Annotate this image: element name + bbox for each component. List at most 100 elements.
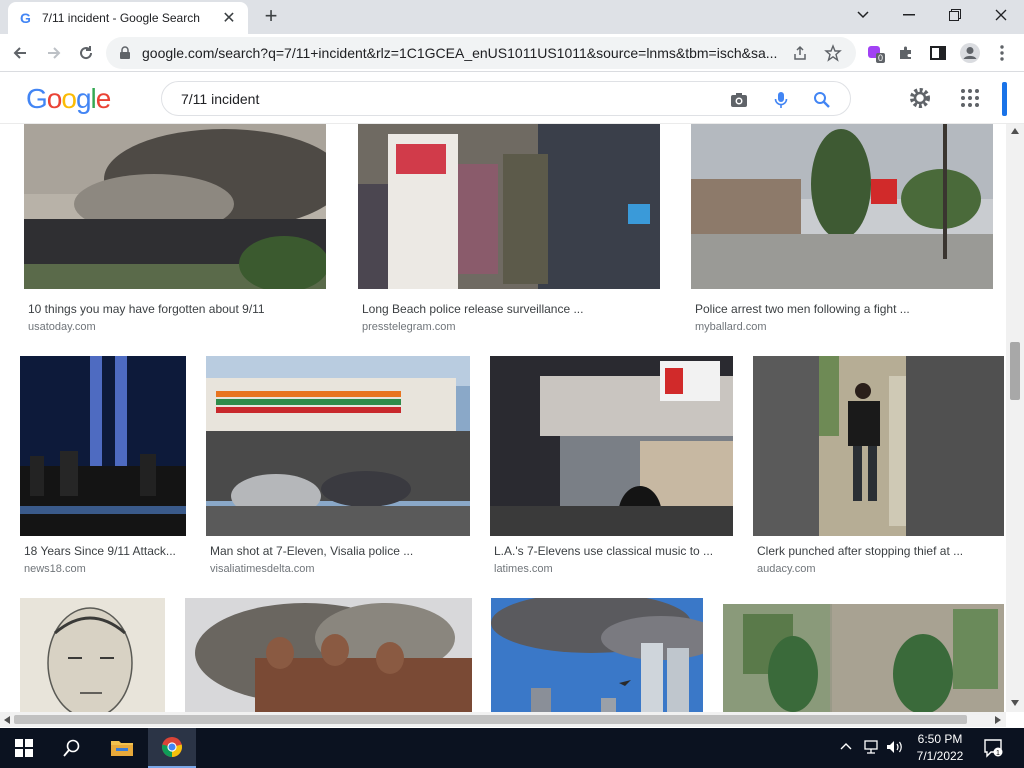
restore-button[interactable] — [932, 0, 978, 30]
horizontal-scrollbar[interactable] — [0, 712, 1006, 727]
back-button[interactable] — [6, 39, 34, 67]
image-result[interactable]: Long Beach police release surveillance .… — [358, 124, 664, 339]
start-button[interactable] — [0, 728, 48, 768]
result-caption[interactable]: 18 Years Since 9/11 Attack... — [24, 544, 176, 558]
logo-letter: g — [75, 83, 92, 114]
close-tab-icon[interactable]: ✕ — [220, 8, 238, 28]
result-source[interactable]: visaliatimesdelta.com — [210, 563, 315, 575]
image-result[interactable] — [185, 598, 472, 712]
clock-date: 7/1/2022 — [916, 749, 964, 763]
scroll-down-arrow-icon[interactable] — [1011, 700, 1019, 706]
search-icon[interactable] — [812, 90, 832, 110]
result-thumbnail[interactable] — [206, 356, 470, 536]
address-bar[interactable]: google.com/search?q=7/11+incident&rlz=1C… — [106, 37, 856, 69]
image-result[interactable]: 10 things you may have forgotten about 9… — [24, 124, 330, 339]
result-thumbnail[interactable] — [691, 124, 993, 289]
result-thumbnail[interactable] — [753, 356, 1004, 536]
network-icon[interactable] — [863, 740, 879, 754]
image-result[interactable]: Police arrest two men following a fight … — [691, 124, 997, 339]
browser-menu-button[interactable] — [988, 39, 1016, 67]
result-source[interactable]: myballard.com — [695, 321, 767, 333]
image-result[interactable] — [491, 598, 703, 712]
result-thumbnail[interactable] — [358, 124, 660, 289]
svg-text:1: 1 — [996, 750, 1000, 757]
browser-toolbar: google.com/search?q=7/11+incident&rlz=1C… — [0, 34, 1024, 72]
result-source[interactable]: news18.com — [24, 563, 86, 575]
profile-button[interactable] — [956, 39, 984, 67]
side-panel-icon — [930, 46, 946, 60]
vertical-scroll-thumb[interactable] — [1010, 342, 1020, 400]
result-caption[interactable]: Clerk punched after stopping thief at ..… — [757, 544, 963, 558]
result-source[interactable]: latimes.com — [494, 563, 553, 575]
result-thumbnail[interactable] — [20, 598, 165, 712]
svg-text:G: G — [20, 10, 31, 26]
result-source[interactable]: usatoday.com — [28, 321, 96, 333]
logo-letter: e — [95, 83, 112, 114]
sign-in-button-edge[interactable] — [1002, 82, 1007, 116]
scroll-up-arrow-icon[interactable] — [1011, 128, 1019, 134]
logo-letter: o — [61, 83, 77, 114]
image-result[interactable]: L.A.'s 7-Elevens use classical music to … — [490, 356, 737, 576]
taskbar-search-button[interactable] — [48, 728, 96, 768]
microphone-icon[interactable] — [771, 90, 791, 110]
extension-badge-count: 0 — [876, 53, 886, 63]
url-text: google.com/search?q=7/11+incident&rlz=1C… — [142, 45, 778, 61]
result-caption[interactable]: L.A.'s 7-Elevens use classical music to … — [494, 544, 713, 558]
clock-time: 6:50 PM — [917, 732, 963, 746]
image-results-grid: 10 things you may have forgotten about 9… — [0, 124, 1006, 712]
scroll-left-arrow-icon[interactable] — [4, 716, 10, 724]
image-result[interactable]: Man shot at 7-Eleven, Visalia police ...… — [206, 356, 474, 576]
notification-center-icon[interactable]: 1 — [983, 738, 1003, 758]
camera-icon[interactable] — [729, 90, 749, 110]
result-caption[interactable]: Long Beach police release surveillance .… — [362, 302, 583, 316]
result-source[interactable]: audacy.com — [757, 563, 816, 575]
google-logo[interactable]: Google — [26, 83, 112, 115]
side-panel-button[interactable] — [924, 39, 952, 67]
horizontal-scroll-thumb[interactable] — [14, 715, 967, 724]
taskbar-clock[interactable]: 6:50 PM 7/1/2022 — [912, 731, 968, 765]
bookmark-star-icon[interactable] — [824, 44, 842, 62]
google-favicon-icon: G — [20, 10, 31, 26]
close-window-button[interactable] — [978, 0, 1024, 30]
share-icon[interactable] — [792, 45, 808, 61]
result-thumbnail[interactable] — [24, 124, 326, 289]
result-thumbnail[interactable] — [20, 356, 186, 536]
scroll-right-arrow-icon[interactable] — [995, 716, 1001, 724]
extensions-button[interactable] — [892, 39, 920, 67]
result-thumbnail[interactable] — [185, 598, 472, 712]
forward-button[interactable] — [40, 39, 68, 67]
image-result[interactable]: 18 Years Since 9/11 Attack... news18.com — [20, 356, 190, 576]
show-hidden-icons-chevron-icon[interactable] — [840, 742, 852, 750]
result-thumbnail[interactable] — [723, 604, 1004, 712]
result-source[interactable]: presstelegram.com — [362, 321, 456, 333]
result-thumbnail[interactable] — [491, 598, 703, 712]
browser-tab[interactable]: G 7/11 incident - Google Search ✕ — [8, 2, 248, 34]
result-thumbnail[interactable] — [490, 356, 733, 536]
image-result[interactable] — [20, 598, 165, 712]
file-explorer-button[interactable] — [98, 728, 146, 768]
apps-grid-icon[interactable] — [960, 88, 980, 108]
search-query[interactable]: 7/11 incident — [181, 91, 850, 107]
result-caption[interactable]: 10 things you may have forgotten about 9… — [28, 302, 265, 316]
google-header: Google 7/11 incident — [0, 72, 1024, 124]
folder-icon — [111, 741, 133, 756]
lock-icon — [120, 46, 130, 59]
minimize-button[interactable] — [886, 0, 932, 30]
chrome-icon — [161, 737, 183, 757]
settings-gear-icon[interactable] — [908, 86, 932, 110]
search-box[interactable]: 7/11 incident — [161, 81, 851, 116]
image-result[interactable] — [723, 604, 1006, 712]
reload-button[interactable] — [72, 39, 100, 67]
image-result[interactable]: Clerk punched after stopping thief at ..… — [753, 356, 1006, 576]
forward-arrow-icon — [48, 47, 61, 59]
tab-search-icon[interactable] — [840, 0, 886, 30]
new-tab-button[interactable]: + — [258, 4, 284, 30]
extension-button[interactable]: 0 — [862, 39, 890, 67]
chrome-taskbar-button[interactable] — [148, 728, 196, 768]
vertical-scrollbar[interactable] — [1006, 124, 1024, 712]
volume-icon[interactable] — [886, 740, 904, 754]
windows-taskbar: 6:50 PM 7/1/2022 1 — [0, 728, 1024, 768]
result-caption[interactable]: Man shot at 7-Eleven, Visalia police ... — [210, 544, 413, 558]
result-caption[interactable]: Police arrest two men following a fight … — [695, 302, 910, 316]
search-icon — [63, 739, 80, 757]
